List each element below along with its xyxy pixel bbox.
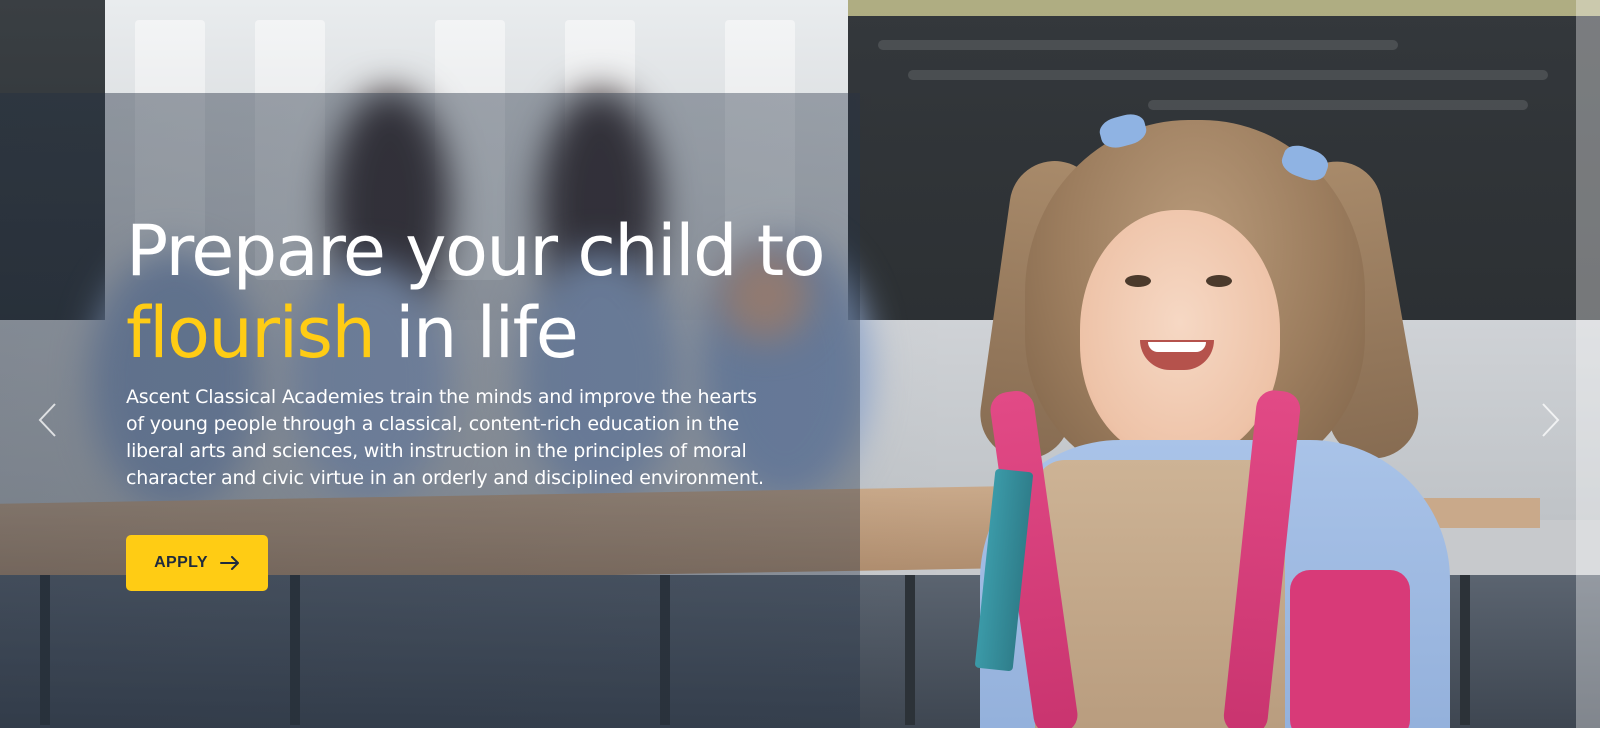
headline-line-2-rest: in life [374,292,579,374]
chevron-right-icon [1542,403,1560,437]
headline-line-1: Prepare your child to [126,210,826,292]
arrow-right-icon [219,556,239,570]
hero-banner: Prepare your child to flourish in life A… [0,0,1600,732]
hero-description: Ascent Classical Academies train the min… [126,386,764,489]
hero-content: Prepare your child to flourish in life A… [126,210,826,492]
slider-next-button[interactable] [1536,398,1566,442]
headline-accent-word: flourish [126,292,376,374]
slider-prev-button[interactable] [32,398,62,442]
apply-button-label: APPLY [154,554,208,571]
hero-headline: Prepare your child to flourish in life [126,210,826,374]
apply-button[interactable]: APPLY [126,535,268,591]
student-photo [940,100,1500,732]
chevron-left-icon [38,403,56,437]
